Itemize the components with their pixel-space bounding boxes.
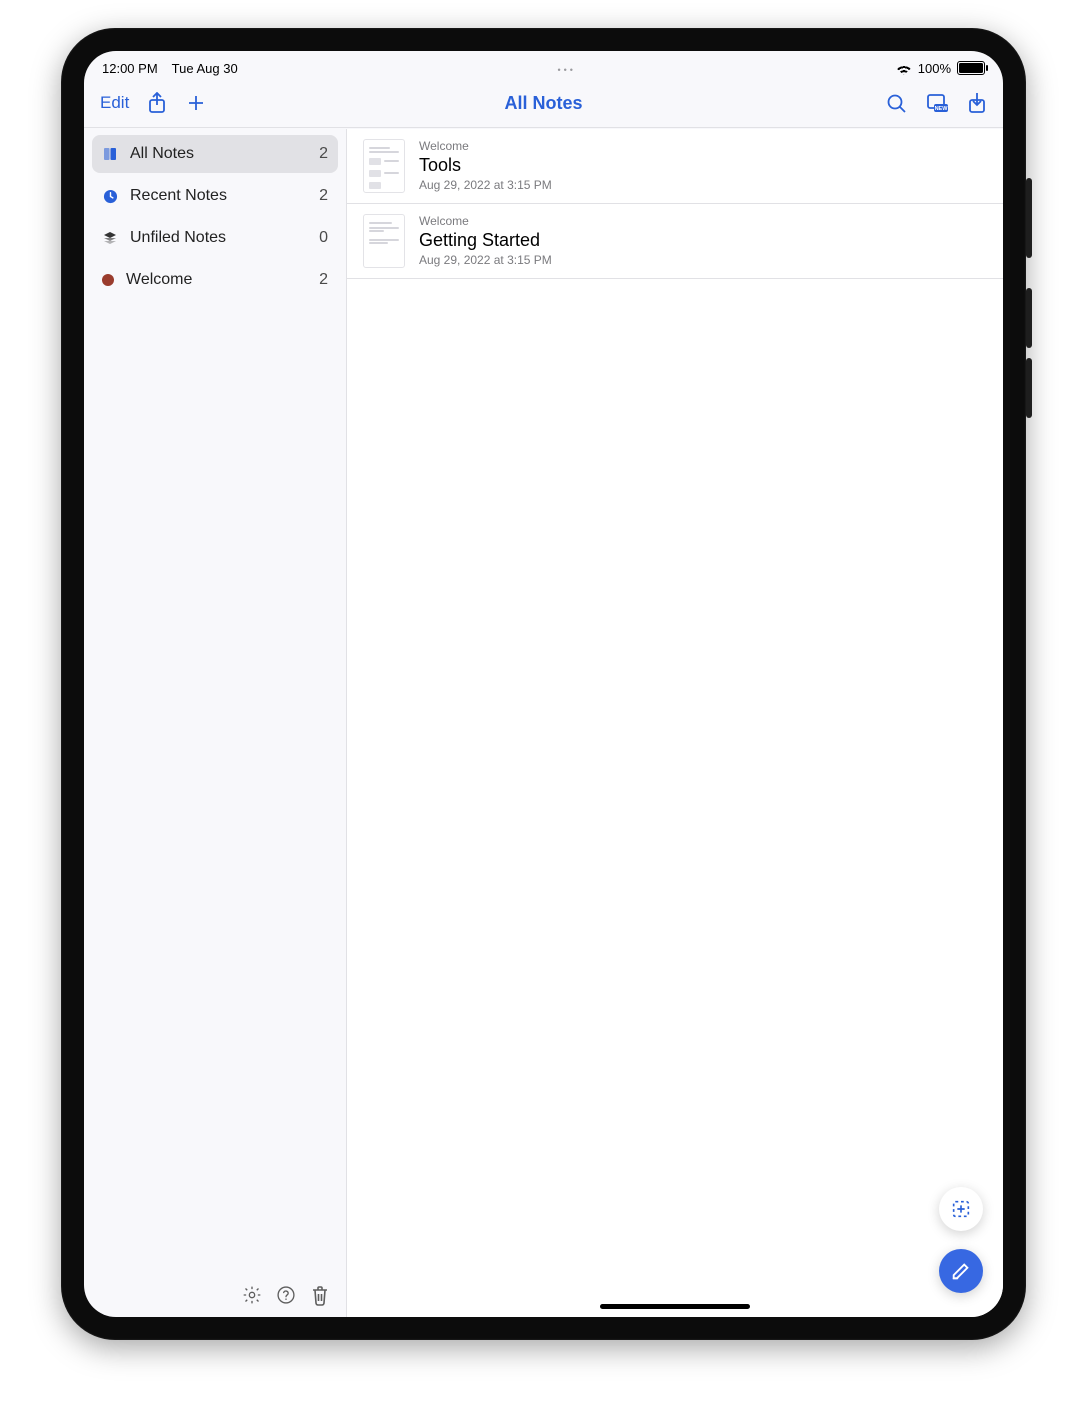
- home-indicator[interactable]: [600, 1304, 750, 1309]
- note-badge-icon[interactable]: NEW: [925, 92, 949, 114]
- note-list-pane: WelcomeToolsAug 29, 2022 at 3:15 PMWelco…: [347, 129, 1003, 1317]
- sidebar-item-count: 2: [319, 187, 328, 205]
- note-title: Getting Started: [419, 230, 552, 251]
- sidebar-item-recent-notes[interactable]: Recent Notes 2: [92, 177, 338, 215]
- sidebar-item-label: Recent Notes: [130, 187, 227, 205]
- sidebar-footer: [84, 1273, 346, 1317]
- note-row[interactable]: Welcome Getting Started Aug 29, 2022 at 3:…: [347, 204, 1003, 279]
- new-folder-icon[interactable]: [185, 92, 207, 114]
- sidebar: All Notes 2 Recent Notes 2 Unfiled Notes 0 Wel…: [84, 129, 347, 1317]
- status-date: Tue Aug 30: [172, 61, 238, 76]
- note-thumbnail: [363, 214, 405, 268]
- svg-text:NEW: NEW: [935, 106, 949, 112]
- clock-icon: [102, 188, 118, 204]
- screen: 12:00 PM Tue Aug 30 ••• 100% Edit: [84, 51, 1003, 1317]
- sidebar-item-count: 2: [319, 145, 328, 163]
- import-icon[interactable]: [967, 92, 987, 114]
- battery-percent: 100%: [918, 61, 951, 76]
- search-icon[interactable]: [885, 92, 907, 114]
- page-title: All Notes: [240, 93, 847, 114]
- note-thumbnail: [363, 139, 405, 193]
- wifi-icon: [896, 63, 912, 75]
- multitask-dots-icon[interactable]: •••: [238, 65, 896, 75]
- note-date: Aug 29, 2022 at 3:15 PM: [419, 178, 552, 192]
- note-date: Aug 29, 2022 at 3:15 PM: [419, 253, 552, 267]
- note-category: Welcome: [419, 139, 552, 153]
- note-row[interactable]: Welcome Tools Aug 29, 2022 at 3:15 PM: [347, 129, 1003, 204]
- ipad-frame: 12:00 PM Tue Aug 30 ••• 100% Edit: [61, 28, 1026, 1340]
- sidebar-item-all-notes[interactable]: All Notes 2: [92, 135, 338, 173]
- gear-icon[interactable]: [242, 1285, 262, 1305]
- category-dot-icon: [102, 274, 114, 286]
- hw-button: [1026, 288, 1032, 348]
- sidebar-item-label: Welcome: [126, 271, 192, 289]
- sidebar-item-unfiled-notes[interactable]: Unfiled Notes 0: [92, 219, 338, 257]
- note-title: Tools: [419, 155, 552, 176]
- share-icon[interactable]: [147, 92, 167, 114]
- trash-icon[interactable]: [310, 1284, 330, 1306]
- status-time: 12:00 PM: [102, 61, 158, 76]
- sidebar-item-welcome[interactable]: Welcome 2: [92, 261, 338, 299]
- hw-button: [1026, 358, 1032, 418]
- toolbar: Edit All Notes: [84, 79, 1003, 128]
- compose-button[interactable]: [939, 1249, 983, 1293]
- status-bar: 12:00 PM Tue Aug 30 ••• 100%: [84, 51, 1003, 79]
- note-category: Welcome: [419, 214, 552, 228]
- sidebar-item-label: Unfiled Notes: [130, 229, 226, 247]
- edit-button[interactable]: Edit: [100, 93, 129, 113]
- select-region-button[interactable]: [939, 1187, 983, 1231]
- hw-button: [1026, 178, 1032, 258]
- book-icon: [102, 146, 118, 162]
- battery-icon: [957, 61, 985, 75]
- help-icon[interactable]: [276, 1285, 296, 1305]
- stack-icon: [102, 230, 118, 246]
- sidebar-item-count: 0: [319, 229, 328, 247]
- sidebar-item-label: All Notes: [130, 145, 194, 163]
- sidebar-item-count: 2: [319, 271, 328, 289]
